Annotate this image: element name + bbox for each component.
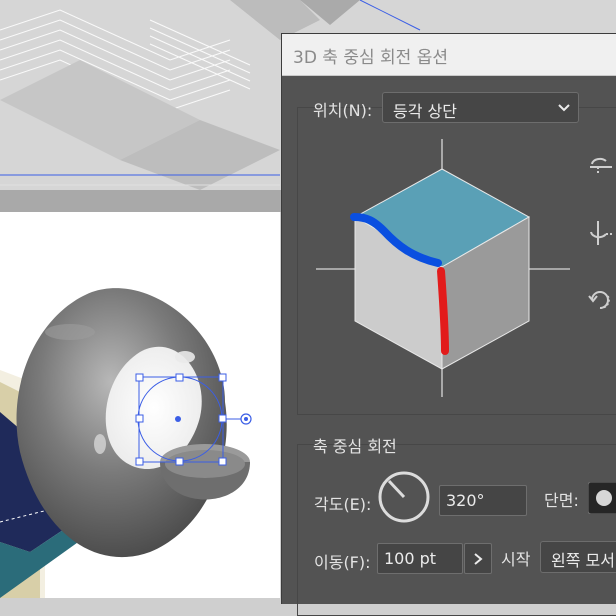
angle-label: 각도(E): (314, 495, 372, 514)
offset-label: 이동(F): (314, 553, 371, 572)
position-dropdown-value: 등각 상단 (393, 102, 457, 121)
from-dropdown-value: 왼쪽 모서 (551, 551, 615, 570)
angle-input[interactable]: 320° (439, 485, 527, 516)
chevron-down-icon (557, 100, 571, 119)
offset-unit-menu-button[interactable] (464, 543, 492, 574)
revolve-section (297, 444, 616, 616)
dialog-title: 3D 축 중심 회전 옵션 (293, 48, 449, 68)
chevron-right-icon (472, 551, 484, 570)
position-cube-preview[interactable] (312, 139, 574, 401)
rotate-z-axis-icon[interactable] (586, 286, 616, 320)
from-label: 시작 (501, 550, 531, 569)
rotate-x-axis-icon[interactable] (586, 152, 616, 186)
revolve-options-dialog: 3D 축 중심 회전 옵션 위치(N): 등각 상단 축 중심 회전 각도(E)… (281, 33, 616, 616)
position-dropdown[interactable]: 등각 상단 (382, 92, 579, 123)
cap-solid-toggle-icon[interactable] (587, 481, 616, 518)
angle-input-value: 320° (446, 491, 485, 510)
cap-label: 단면: (544, 491, 579, 510)
position-label: 위치(N): (313, 101, 373, 120)
artwork-3d-torus[interactable] (0, 212, 280, 598)
angle-dial-icon[interactable] (377, 470, 431, 528)
dialog-titlebar[interactable]: 3D 축 중심 회전 옵션 (282, 34, 616, 76)
offset-input-value: 100 pt (384, 549, 437, 568)
rotate-y-axis-icon[interactable] (586, 218, 616, 252)
revolve-section-title: 축 중심 회전 (313, 437, 397, 456)
artboard[interactable] (0, 212, 280, 598)
offset-input[interactable]: 100 pt (377, 543, 463, 574)
from-dropdown[interactable]: 왼쪽 모서 (540, 541, 616, 573)
y-axis-handle (437, 267, 449, 355)
